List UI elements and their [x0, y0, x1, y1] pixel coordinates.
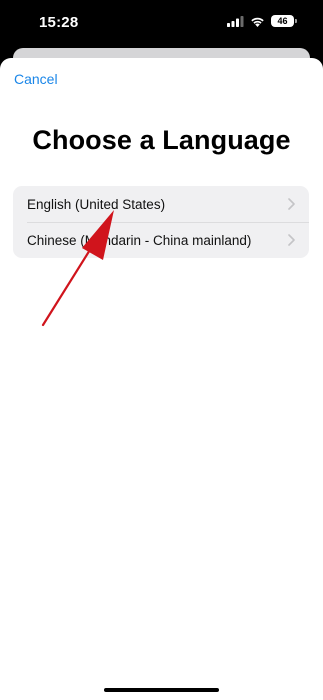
home-indicator: [104, 688, 219, 692]
status-bar: 15:28 46: [0, 0, 323, 48]
list-item-english-us[interactable]: English (United States): [13, 186, 309, 222]
page-title: Choose a Language: [32, 125, 291, 155]
list-item-label: Chinese (Mandarin - China mainland): [27, 232, 252, 248]
wifi-icon: [251, 17, 264, 27]
language-sheet: Cancel Choose a Language English (United…: [0, 58, 323, 700]
language-list: English (United States) Chinese (Mandari…: [13, 186, 309, 258]
status-time: 15:28: [39, 14, 79, 31]
status-icons: 46: [227, 15, 297, 27]
signal-icon: [227, 15, 244, 27]
cancel-button[interactable]: Cancel: [14, 71, 58, 87]
chevron-right-icon: [288, 234, 295, 246]
battery-icon: 46: [271, 15, 297, 27]
list-item-label: English (United States): [27, 196, 166, 212]
battery-level: 46: [277, 16, 288, 26]
list-item-chinese-mandarin[interactable]: Chinese (Mandarin - China mainland): [13, 222, 309, 258]
chevron-right-icon: [288, 198, 295, 210]
